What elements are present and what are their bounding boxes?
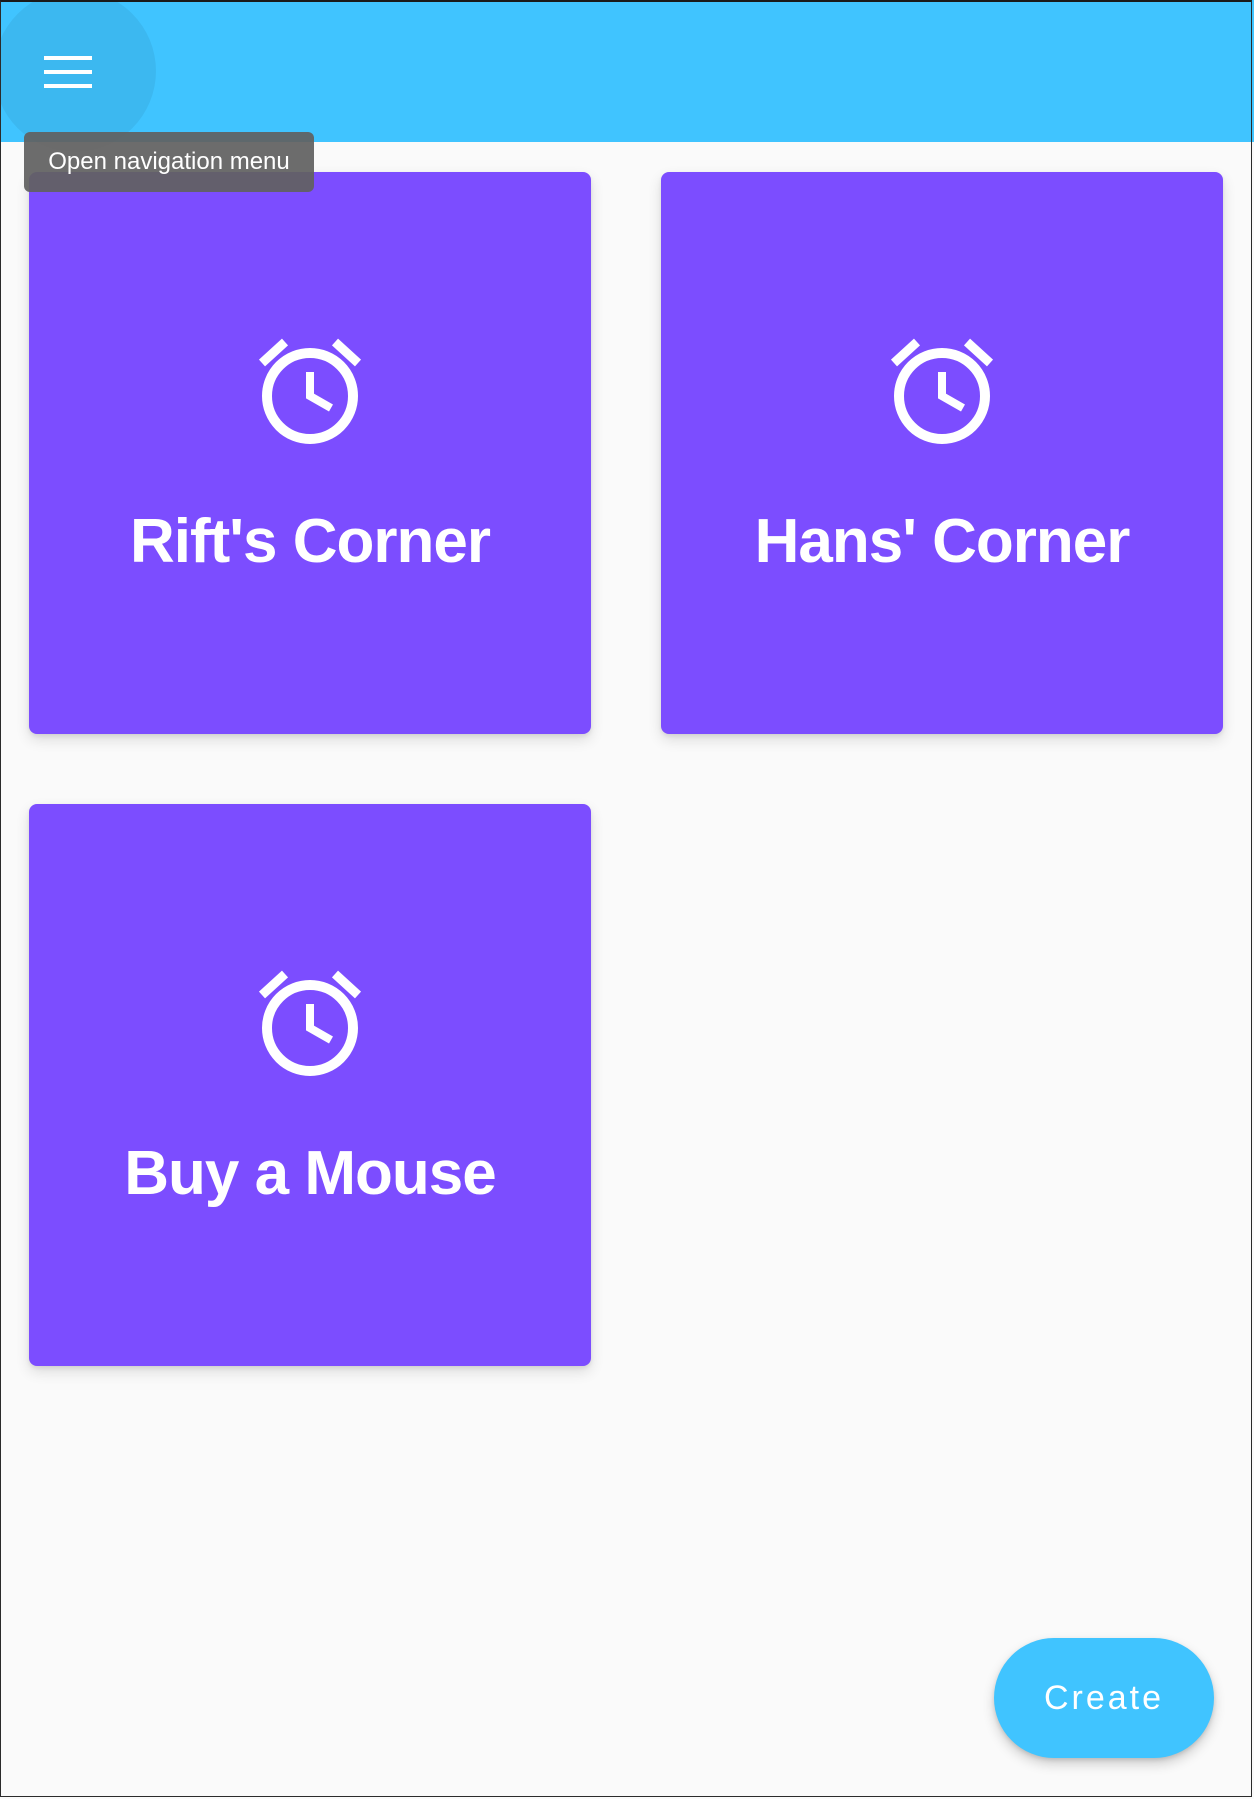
- app-bar: [0, 0, 1254, 152]
- reminder-card[interactable]: Hans' Corner: [661, 172, 1223, 734]
- alarm-icon: [890, 338, 994, 444]
- alarm-icon: [258, 338, 362, 444]
- reminder-grid: Rift's Corner Hans' Corner Buy a Mouse: [0, 142, 1254, 1799]
- reminder-card[interactable]: Rift's Corner: [29, 172, 591, 734]
- menu-icon: [44, 56, 92, 88]
- menu-button[interactable]: [22, 22, 114, 122]
- reminder-card[interactable]: Buy a Mouse: [29, 804, 591, 1366]
- reminder-title: Rift's Corner: [130, 507, 491, 576]
- alarm-icon: [258, 970, 362, 1076]
- reminder-title: Hans' Corner: [754, 507, 1131, 576]
- create-button[interactable]: Create: [994, 1638, 1214, 1758]
- navigation-tooltip: Open navigation menu: [24, 132, 314, 192]
- reminder-title: Buy a Mouse: [124, 1139, 496, 1208]
